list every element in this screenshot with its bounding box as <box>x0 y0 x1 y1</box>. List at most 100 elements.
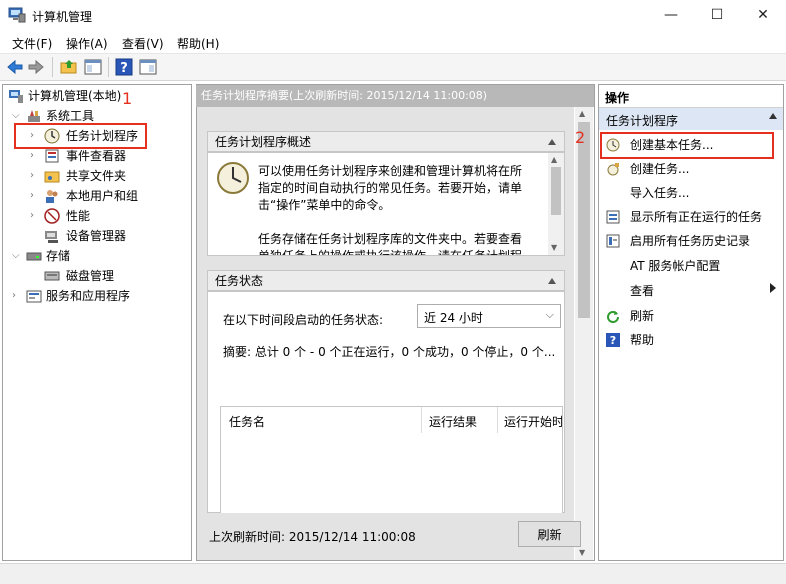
overview-text-line: 击“操作”菜单中的命令。 <box>258 198 391 212</box>
tree-label: 共享文件夹 <box>66 169 127 183</box>
tree-label: 性能 <box>66 209 91 223</box>
collapse-caret-icon[interactable] <box>769 113 777 119</box>
annotation-number-1: 1 <box>122 89 133 108</box>
overview-scrollbar-thumb[interactable] <box>551 167 561 215</box>
action-at-service-account[interactable]: AT 服务帐户配置 <box>630 255 720 277</box>
create-task-icon <box>607 163 619 176</box>
menu-view[interactable]: 查看(V) <box>122 35 164 52</box>
performance-icon <box>44 208 60 224</box>
menu-file[interactable]: 文件(F) <box>12 35 52 52</box>
actions-section-header[interactable]: 任务计划程序 <box>599 108 783 130</box>
overview-title: 任务计划程序概述 <box>215 135 312 149</box>
scroll-up-arrow-icon[interactable]: ▲ <box>579 109 585 118</box>
period-dropdown-value: 近 24 小时 <box>424 311 483 325</box>
chevron-right-icon[interactable]: › <box>30 186 34 206</box>
scroll-up-arrow-icon[interactable]: ▲ <box>551 155 557 164</box>
action-create-task[interactable]: 创建任务... <box>630 158 689 180</box>
action-help[interactable]: 帮助 <box>630 329 654 351</box>
status-title: 任务状态 <box>215 274 264 288</box>
action-view[interactable]: 查看 <box>630 280 654 302</box>
menu-help[interactable]: 帮助(H) <box>177 35 219 52</box>
last-refresh-text: 上次刷新时间: 2015/12/14 11:00:08 <box>209 530 416 544</box>
center-pane-header: 任务计划程序摘要(上次刷新时间: 2015/12/14 11:00:08) <box>196 85 594 107</box>
computer-management-icon <box>8 7 26 23</box>
annotation-number-2: 2 <box>575 128 586 147</box>
refresh-button[interactable]: 刷新 <box>518 521 581 547</box>
actions-header-title: 操作 <box>605 91 630 105</box>
status-panel: 在以下时间段启动的任务状态: 近 24 小时 ⌵ 摘要: 总计 0 个 - 0 … <box>207 291 565 518</box>
collapse-caret-icon[interactable] <box>548 139 556 145</box>
help-icon: ? <box>606 333 620 347</box>
column-header-task-name[interactable]: 任务名 <box>229 413 265 430</box>
chevron-right-icon[interactable]: › <box>12 286 16 306</box>
services-icon <box>26 290 42 303</box>
toolbar-divider <box>52 57 53 77</box>
scroll-down-arrow-icon[interactable]: ▼ <box>551 243 557 252</box>
chevron-right-icon[interactable]: › <box>30 206 34 226</box>
action-import-task[interactable]: 导入任务... <box>630 182 689 204</box>
collapse-caret-icon[interactable] <box>548 278 556 284</box>
svg-text:?: ? <box>120 61 128 76</box>
status-bar <box>0 563 786 584</box>
refresh-icon <box>607 311 619 323</box>
users-icon <box>46 190 58 203</box>
column-header-run-start[interactable]: 运行开始时 <box>504 413 562 430</box>
period-dropdown[interactable]: 近 24 小时 ⌵ <box>417 304 561 328</box>
maximize-button[interactable]: ☐ <box>694 0 740 31</box>
svg-text:?: ? <box>610 334 616 347</box>
chevron-right-icon[interactable]: › <box>30 166 34 186</box>
overview-section-header[interactable]: 任务计划程序概述 <box>207 131 565 152</box>
window-title: 计算机管理 <box>32 10 93 24</box>
column-divider <box>497 407 498 433</box>
actions-section-title: 任务计划程序 <box>606 114 679 128</box>
status-period-label: 在以下时间段启动的任务状态: <box>223 313 384 327</box>
submenu-arrow-icon[interactable] <box>770 283 776 293</box>
column-header-run-result[interactable]: 运行结果 <box>429 413 477 430</box>
running-tasks-icon <box>606 210 620 224</box>
overview-text-line: 指定的时间自动执行的常见任务。若要开始，请单 <box>258 181 523 195</box>
menu-bar <box>0 31 786 53</box>
shared-folder-icon <box>44 171 60 183</box>
folder-up-icon[interactable] <box>60 58 78 76</box>
actions-header: 操作 <box>599 85 783 108</box>
action-show-running-tasks[interactable]: 显示所有正在运行的任务 <box>630 206 762 228</box>
disk-management-icon <box>44 271 60 281</box>
tree-label: 本地用户和组 <box>66 189 139 203</box>
task-list: 任务名 运行结果 运行开始时 <box>220 406 563 518</box>
overview-text-line: 单独任务上的操作或执行该操作，请在任务计划程 <box>258 249 523 256</box>
tree-label: 事件查看器 <box>66 149 127 163</box>
overview-text-line: 任务存储在任务计划程序库的文件夹中。若要查看 <box>258 232 523 246</box>
status-section-header[interactable]: 任务状态 <box>207 270 565 291</box>
computer-management-icon <box>9 90 23 103</box>
properties-pane-icon[interactable] <box>139 58 157 76</box>
event-viewer-icon <box>45 149 59 163</box>
minimize-button[interactable]: — <box>648 0 694 31</box>
status-summary: 摘要: 总计 0 个 - 0 个正在运行，0 个成功，0 个停止，0 个... <box>223 345 556 359</box>
tree-label: 存储 <box>46 249 71 263</box>
menu-action[interactable]: 操作(A) <box>66 35 108 52</box>
show-pane-icon[interactable] <box>84 58 102 76</box>
tools-icon <box>28 110 40 122</box>
tree-label: 服务和应用程序 <box>46 289 131 303</box>
chevron-right-icon[interactable]: › <box>30 146 34 166</box>
device-manager-icon <box>45 231 58 243</box>
annotation-highlight-box <box>600 132 774 159</box>
tree-label: 设备管理器 <box>66 229 127 243</box>
column-divider <box>421 407 422 433</box>
center-scrollbar-thumb[interactable] <box>578 122 590 318</box>
help-icon[interactable]: ? <box>115 58 133 76</box>
action-enable-task-history[interactable]: 启用所有任务历史记录 <box>630 230 750 252</box>
scroll-down-arrow-icon[interactable]: ▼ <box>579 548 585 557</box>
overview-text-line: 可以使用任务计划程序来创建和管理计算机将在所 <box>258 164 523 178</box>
storage-icon <box>26 252 42 261</box>
forward-arrow-icon[interactable] <box>27 58 45 76</box>
task-history-icon <box>606 234 620 248</box>
chevron-down-icon[interactable]: ⌵ <box>12 246 20 266</box>
back-arrow-icon[interactable] <box>6 58 24 76</box>
overview-panel: 可以使用任务计划程序来创建和管理计算机将在所 指定的时间自动执行的常见任务。若要… <box>207 152 565 256</box>
scheduler-clock-icon <box>217 162 249 194</box>
close-button[interactable]: ✕ <box>740 0 786 31</box>
tree-label: 计算机管理(本地) <box>28 89 122 103</box>
action-refresh[interactable]: 刷新 <box>630 305 654 327</box>
tree-label: 磁盘管理 <box>66 269 115 283</box>
